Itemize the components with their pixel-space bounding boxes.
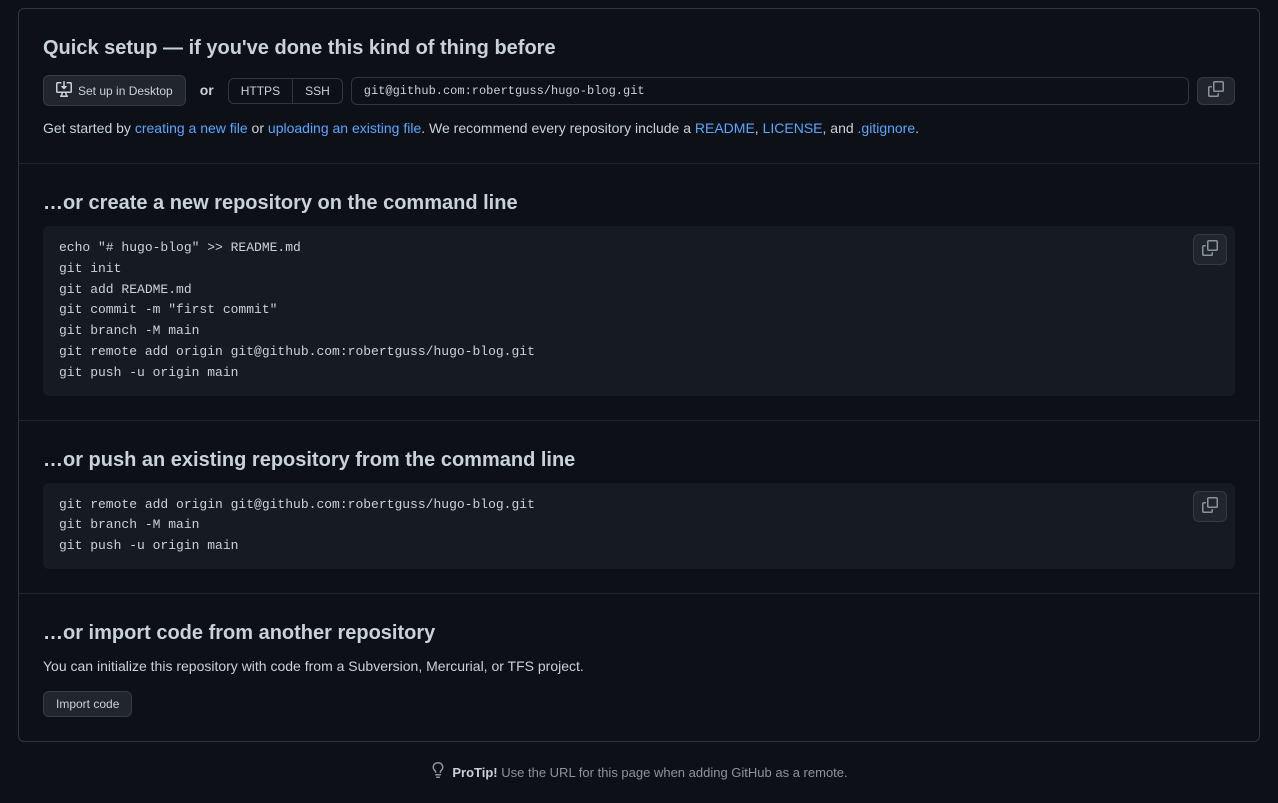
protip-label: ProTip! (452, 765, 497, 780)
clipboard-icon (1202, 497, 1218, 516)
upload-file-link[interactable]: uploading an existing file (268, 120, 421, 136)
ssh-button[interactable]: SSH (293, 78, 343, 104)
desktop-download-icon (56, 81, 72, 100)
lightbulb-icon (430, 762, 446, 784)
quick-setup-row: Set up in Desktop or HTTPS SSH (43, 75, 1235, 106)
https-button[interactable]: HTTPS (228, 78, 293, 104)
copy-push-commands-button[interactable] (1193, 491, 1227, 522)
create-repo-section: …or create a new repository on the comma… (19, 164, 1259, 421)
push-repo-commands[interactable]: git remote add origin git@github.com:rob… (43, 483, 1235, 569)
create-repo-code-container: echo "# hugo-blog" >> README.md git init… (43, 226, 1235, 396)
push-repo-heading: …or push an existing repository from the… (43, 445, 1235, 475)
quick-setup-box: Quick setup — if you've done this kind o… (18, 8, 1260, 742)
protip-text: Use the URL for this page when adding Gi… (498, 765, 848, 780)
quick-setup-heading: Quick setup — if you've done this kind o… (43, 33, 1235, 63)
get-started-text: Get started by creating a new file or up… (43, 118, 1235, 139)
import-repo-description: You can initialize this repository with … (43, 656, 1235, 677)
create-repo-commands[interactable]: echo "# hugo-blog" >> README.md git init… (43, 226, 1235, 396)
protocol-toggle: HTTPS SSH (228, 78, 343, 104)
import-code-label: Import code (56, 697, 119, 711)
gitignore-link[interactable]: .gitignore (858, 120, 916, 136)
create-repo-heading: …or create a new repository on the comma… (43, 188, 1235, 218)
clipboard-icon (1202, 240, 1218, 259)
copy-url-button[interactable] (1197, 77, 1235, 105)
push-repo-code-container: git remote add origin git@github.com:rob… (43, 483, 1235, 569)
clipboard-icon (1208, 81, 1224, 100)
push-repo-section: …or push an existing repository from the… (19, 421, 1259, 594)
protip: ProTip! Use the URL for this page when a… (18, 762, 1260, 784)
create-file-link[interactable]: creating a new file (135, 120, 248, 136)
license-link[interactable]: LICENSE (763, 120, 823, 136)
import-repo-heading: …or import code from another repository (43, 618, 1235, 648)
quick-setup-section: Quick setup — if you've done this kind o… (19, 9, 1259, 164)
setup-desktop-label: Set up in Desktop (78, 84, 173, 98)
or-label: or (194, 80, 220, 101)
readme-link[interactable]: README (695, 120, 755, 136)
import-repo-section: …or import code from another repository … (19, 594, 1259, 741)
import-code-button[interactable]: Import code (43, 691, 132, 717)
setup-desktop-button[interactable]: Set up in Desktop (43, 75, 186, 106)
clone-url-input[interactable] (351, 77, 1189, 105)
copy-create-commands-button[interactable] (1193, 234, 1227, 265)
